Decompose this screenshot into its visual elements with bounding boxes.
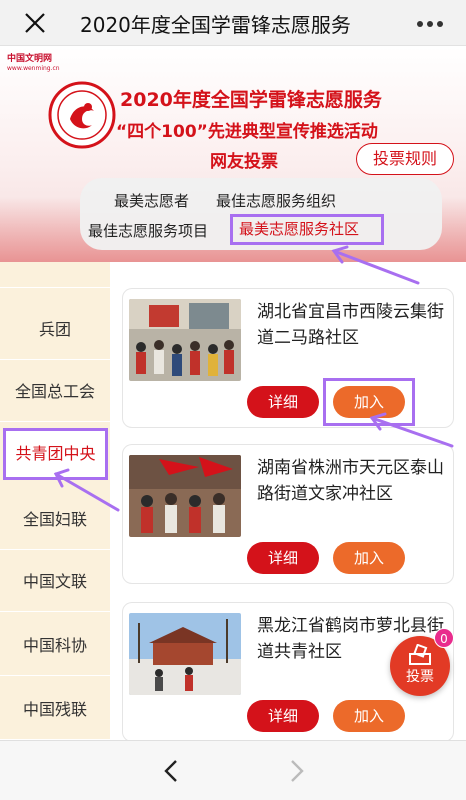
more-icon[interactable] [416,20,444,28]
detail-button[interactable]: 详细 [247,386,319,418]
sidebar-item-partial[interactable] [0,262,110,288]
title-bar: 2020年度全国学雷锋志愿服务 [0,0,466,46]
close-icon[interactable] [22,10,48,36]
detail-button[interactable]: 详细 [247,700,319,732]
community-photo [129,455,241,537]
logo-en-text: www.wenming.cn [7,65,60,72]
community-name: 湖北省宜昌市西陵云集街道二马路社区 [257,302,444,348]
sidebar-item-cdpf[interactable]: 中国残联 [0,680,110,740]
sidebar-item-bingtuan[interactable]: 兵团 [0,300,110,360]
category-best-community[interactable]: 最美志愿服务社区 [230,214,384,245]
vote-rules-button[interactable]: 投票规则 [356,143,454,175]
chevron-right-icon[interactable] [284,757,308,785]
vote-label: 投票 [406,669,434,685]
sidebar-item-acftu[interactable]: 全国总工会 [0,362,110,422]
bottom-nav-bar [0,740,466,800]
chevron-left-icon[interactable] [160,757,184,785]
sidebar-item-cast[interactable]: 中国科协 [0,616,110,676]
banner-title-line1: 2020年度全国学雷锋志愿服务 [120,89,382,111]
category-best-project[interactable]: 最佳志愿服务项目 [88,220,208,241]
list-item: 湖南省株洲市天元区泰山路街道文家冲社区 详细 加入 [122,444,454,584]
logo-cn-text: 中国文明网 [7,54,53,64]
join-button[interactable]: 加入 [333,700,405,732]
org-sidebar: 兵团 全国总工会 共青团中央 全国妇联 中国文联 中国科协 中国残联 [0,262,110,740]
category-best-volunteer[interactable]: 最美志愿者 [114,190,189,211]
sidebar-item-cyl[interactable]: 共青团中央 [3,428,108,480]
community-photo [129,299,241,381]
page-title: 2020年度全国学雷锋志愿服务 [80,13,351,37]
sidebar-item-cflac[interactable]: 中国文联 [0,552,110,612]
ballot-box-icon [409,644,431,665]
sidebar-item-acwf[interactable]: 全国妇联 [0,490,110,550]
list-item: 湖北省宜昌市西陵云集街道二马路社区 详细 加入 [122,288,454,428]
wenming-logo: 中国文明网 www.wenming.cn [7,54,67,76]
community-name: 湖南省株洲市天元区泰山路街道文家冲社区 [257,458,444,504]
join-button-highlight [323,378,415,426]
category-best-organization[interactable]: 最佳志愿服务组织 [216,190,336,211]
detail-button[interactable]: 详细 [247,542,319,574]
vote-count-badge: 0 [434,628,454,648]
community-photo [129,613,241,695]
join-button[interactable]: 加入 [333,542,405,574]
volunteer-emblem-icon [48,81,116,149]
banner-title-line2: “四个100”先进典型宣传推选活动 [116,122,378,142]
